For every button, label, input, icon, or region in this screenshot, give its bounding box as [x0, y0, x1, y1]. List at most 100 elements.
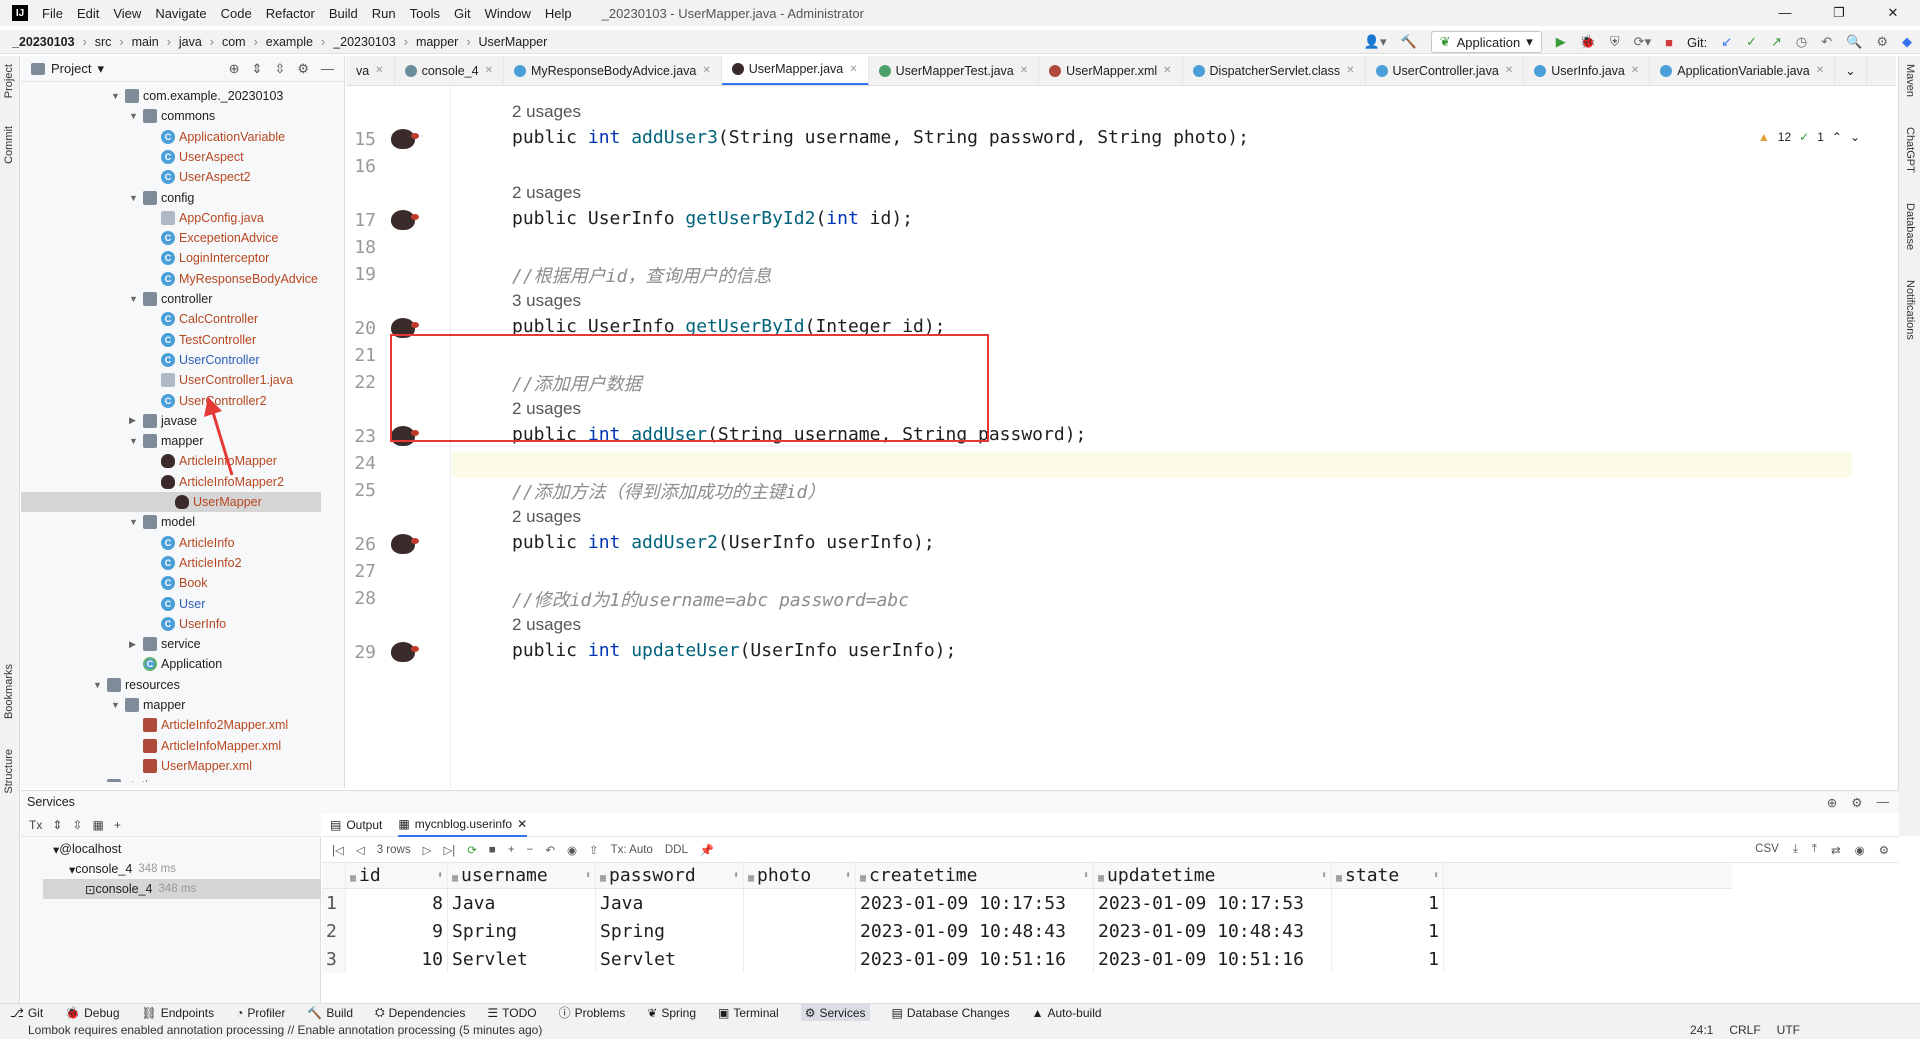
bottom-tab-git[interactable]: ⎇ Git [10, 1006, 43, 1020]
sort-icon[interactable]: ⬍ [1433, 870, 1439, 881]
chevron-down-icon[interactable]: ▼ [129, 436, 143, 446]
table-cell[interactable]: 1 [1332, 917, 1444, 945]
project-tree-item[interactable]: C UserAspect [147, 147, 244, 167]
tx-icon[interactable]: Tx [29, 818, 42, 832]
run-config-selector[interactable]: ❦ Application ▾ [1430, 31, 1542, 53]
sort-icon[interactable]: ⬍ [437, 870, 443, 881]
close-icon[interactable]: ✕ [517, 817, 527, 831]
commit-tool-button[interactable]: Commit [3, 126, 15, 164]
expand-icon[interactable]: ⇕ [52, 818, 62, 832]
bottom-tab-debug[interactable]: 🐞 Debug [65, 1006, 119, 1020]
project-tree-item[interactable]: ▼ model [129, 512, 195, 532]
project-tree-item[interactable]: ▶ javase [129, 411, 197, 431]
menu-item-tools[interactable]: Tools [410, 6, 440, 21]
project-tree-item[interactable]: C TestController [147, 330, 256, 350]
project-tree-item[interactable]: ArticleInfo2Mapper.xml [129, 715, 288, 735]
locate-icon[interactable]: ⊕ [229, 61, 240, 77]
build-hammer-icon[interactable]: 🔨 [1400, 34, 1416, 50]
table-cell[interactable] [744, 945, 856, 973]
project-tool-button[interactable]: Project [3, 64, 15, 98]
group-icon[interactable]: ▦ [92, 818, 103, 832]
chevron-down-icon[interactable]: ▾ [97, 61, 104, 77]
project-tree-item[interactable]: C ApplicationVariable [147, 127, 285, 147]
table-cell[interactable]: 2023-01-09 10:17:53 [1094, 889, 1332, 917]
stop-icon[interactable]: ■ [1665, 35, 1673, 50]
project-tree-item[interactable]: ▼ com.example._20230103 [111, 86, 283, 106]
bottom-tab-problems[interactable]: ⓘ Problems [559, 1004, 626, 1021]
menu-item-navigate[interactable]: Navigate [155, 6, 206, 21]
bottom-tab-endpoints[interactable]: ⛓ Endpoints [142, 1006, 215, 1020]
bottom-tab-build[interactable]: 🔨 Build [307, 1006, 353, 1020]
next-page-icon[interactable]: ▷ [423, 843, 432, 857]
usages-hint[interactable]: 2 usages [512, 615, 581, 635]
project-tree-item[interactable]: ▼ static [93, 776, 154, 782]
project-tree-item[interactable]: C CalcController [147, 309, 258, 329]
mybatis-navigate-icon[interactable] [391, 129, 419, 149]
project-tree-item[interactable]: C MyResponseBodyAdvice [147, 269, 318, 289]
search-icon[interactable]: 🔍 [1846, 34, 1862, 50]
git-push-icon[interactable]: ↗ [1771, 34, 1782, 50]
bottom-tab-services[interactable]: ⚙ Services [800, 1003, 870, 1022]
chatgpt-tool-button[interactable]: ChatGPT [1904, 127, 1916, 173]
project-tree-item[interactable]: C ArticleInfo [147, 533, 235, 553]
breadcrumb-item[interactable]: com [222, 35, 250, 49]
editor-tab[interactable]: DispatcherServlet.class ✕ [1183, 56, 1366, 85]
project-tree-item[interactable]: ArticleInfoMapper.xml [129, 736, 281, 756]
mybatis-navigate-icon[interactable] [391, 318, 419, 338]
project-tree-item[interactable]: ▼ mapper [129, 431, 203, 451]
revert-icon[interactable]: ↶ [545, 843, 555, 857]
usages-hint[interactable]: 3 usages [512, 291, 581, 311]
editor-tab[interactable]: MyResponseBodyAdvice.java ✕ [504, 56, 722, 85]
table-cell[interactable]: Spring [596, 917, 744, 945]
usages-hint[interactable]: 2 usages [512, 507, 581, 527]
close-icon[interactable]: ✕ [1505, 65, 1513, 76]
project-tree-item[interactable]: C UserAspect2 [147, 167, 251, 187]
usages-hint[interactable]: 2 usages [512, 183, 581, 203]
download-icon[interactable]: ⤓ [1793, 843, 1798, 857]
compare-icon[interactable]: ⇄ [1831, 843, 1841, 857]
sort-icon[interactable]: ⬍ [1083, 870, 1089, 881]
close-icon[interactable]: ✕ [375, 65, 383, 76]
breadcrumb-item[interactable]: mapper [416, 35, 462, 49]
services-tree-item[interactable]: ▾ @localhost [43, 839, 321, 859]
git-commit-icon[interactable]: ✓ [1746, 34, 1757, 50]
table-cell[interactable]: 2023-01-09 10:48:43 [856, 917, 1094, 945]
structure-tool-button[interactable]: Structure [3, 749, 15, 794]
close-icon[interactable]: ✕ [1816, 65, 1824, 76]
collapse-all-icon[interactable]: ⇳ [274, 61, 285, 77]
notifications-tool-button[interactable]: Notifications [1904, 280, 1916, 340]
prev-page-icon[interactable]: ◁ [356, 843, 365, 857]
project-tree-item[interactable]: ▼ resources [93, 675, 180, 695]
editor-tab[interactable]: UserInfo.java ✕ [1524, 56, 1651, 85]
preview-icon[interactable]: ◉ [567, 843, 577, 857]
sort-icon[interactable]: ⬍ [733, 870, 739, 881]
stop-icon[interactable]: ■ [489, 844, 496, 856]
output-tab[interactable]: ▦ mycnblog.userinfo ✕ [398, 813, 528, 837]
project-tree-item[interactable]: C Book [147, 573, 208, 593]
editor-tab[interactable]: UserMapper.java ✕ [721, 56, 869, 85]
hide-icon[interactable]: — [1877, 795, 1890, 810]
project-tree-item[interactable]: ▼ mapper [111, 695, 185, 715]
pin-icon[interactable]: 📌 [700, 843, 714, 857]
menu-item-code[interactable]: Code [221, 6, 252, 21]
project-tree-item[interactable]: ▼ config [129, 188, 194, 208]
menu-item-window[interactable]: Window [485, 6, 531, 21]
menu-item-help[interactable]: Help [545, 6, 572, 21]
chevron-down-icon[interactable]: ▼ [111, 91, 125, 101]
menu-item-refactor[interactable]: Refactor [266, 6, 315, 21]
bottom-tab-dependencies[interactable]: ⛭ Dependencies [375, 1005, 465, 1020]
settings-gear-icon[interactable]: ⚙ [1876, 34, 1888, 50]
menu-item-file[interactable]: File [42, 6, 63, 21]
table-cell[interactable]: 2023-01-09 10:17:53 [856, 889, 1094, 917]
maximize-button[interactable]: ❐ [1812, 0, 1866, 26]
bottom-tab-profiler[interactable]: ◔ Profiler [236, 1006, 285, 1020]
column-header-state[interactable]: state ⬍ [1332, 863, 1444, 888]
table-cell[interactable]: Spring [448, 917, 596, 945]
collapse-icon[interactable]: ⇳ [72, 818, 82, 832]
project-tree-item[interactable]: UserMapper.xml [129, 756, 252, 776]
menu-item-edit[interactable]: Edit [77, 6, 99, 21]
close-icon[interactable]: ✕ [849, 64, 857, 75]
column-header-password[interactable]: password ⬍ [596, 863, 744, 888]
globe-icon[interactable]: ⊕ [1827, 795, 1837, 810]
gear-icon[interactable]: ⚙ [1851, 795, 1862, 810]
